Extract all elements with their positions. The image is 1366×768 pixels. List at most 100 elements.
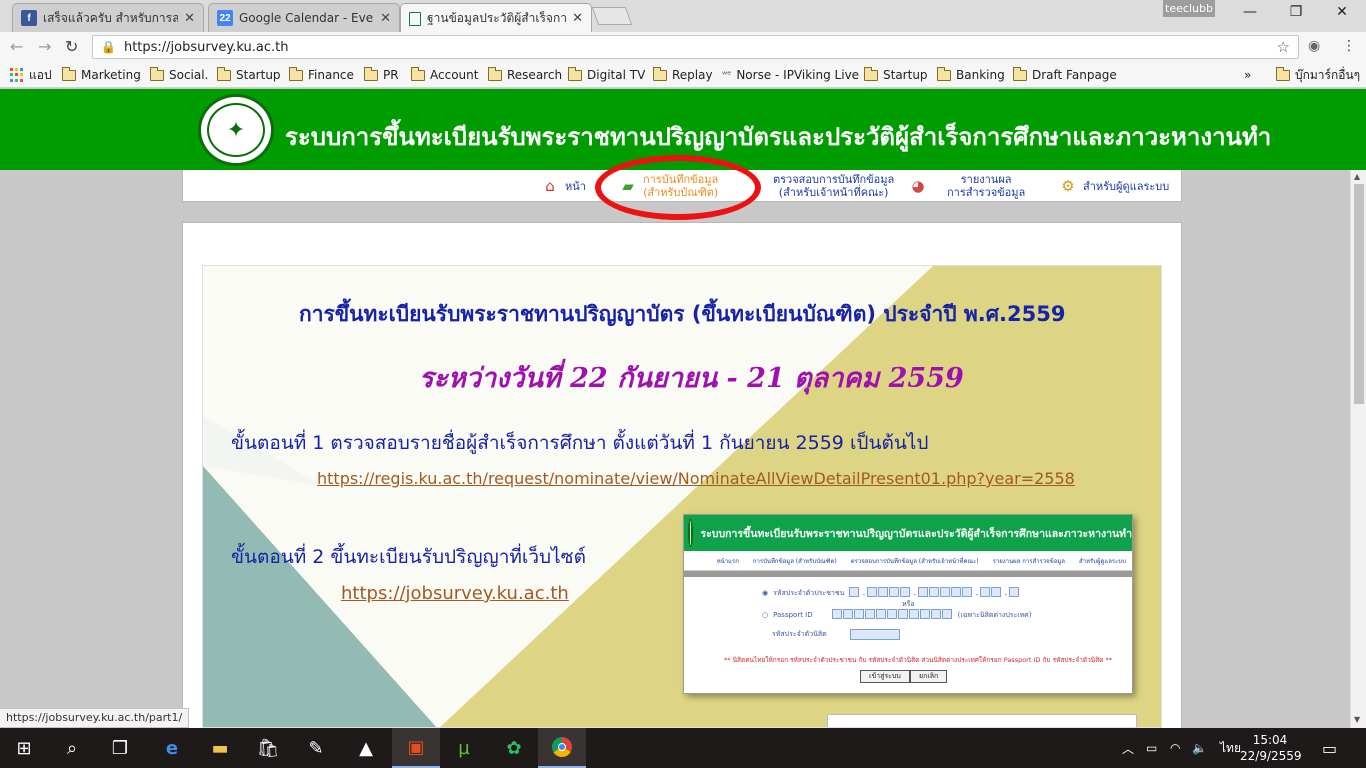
close-window-icon[interactable]: ✕ bbox=[1332, 4, 1352, 24]
menu-label: รายงานผล การสำรวจข้อมูล bbox=[947, 173, 1026, 199]
menu-label: สำหรับผู้ดูแลระบบ bbox=[1083, 179, 1170, 193]
tray-chevron-icon[interactable]: ︿ bbox=[1122, 728, 1134, 768]
other-bookmarks[interactable]: บุ๊กมาร์กอื่นๆ bbox=[1275, 66, 1361, 83]
evernote-icon[interactable]: ✿ bbox=[490, 728, 538, 768]
bookmark-label: Replay bbox=[672, 68, 713, 82]
step1-text: ขั้นตอนที่ 1 ตรวจสอบรายชื่อผู้สำเร็จการศ… bbox=[231, 432, 929, 454]
bookmarks-overflow-button[interactable]: » bbox=[1244, 67, 1251, 83]
back-icon[interactable]: ← bbox=[10, 37, 23, 56]
bookmark-folder[interactable]: Account bbox=[410, 66, 479, 83]
screenshot-login-button: เข้าสู่ระบบ bbox=[860, 670, 910, 683]
bookmark-link[interactable]: ʷᵉ Norse - IPViking Live bbox=[722, 67, 859, 83]
page-icon bbox=[409, 11, 421, 26]
forward-icon[interactable]: → bbox=[38, 37, 51, 56]
tab-google-calendar[interactable]: 22 Google Calendar - Event ✕ bbox=[208, 3, 400, 32]
clock-date: 22/9/2559 bbox=[1240, 749, 1302, 763]
screenshot-passport-row: ○ Passport ID (เฉพาะนิสิตต่างประเทศ) bbox=[762, 609, 1032, 619]
office-icon[interactable]: ▣ bbox=[392, 728, 440, 768]
url-text: https://jobsurvey.ku.ac.th bbox=[123, 39, 289, 55]
utorrent-icon[interactable]: µ bbox=[440, 728, 488, 768]
app-icon[interactable]: ✎ bbox=[292, 728, 340, 768]
calendar-icon: 22 bbox=[217, 10, 233, 26]
edge-icon[interactable]: e bbox=[148, 728, 196, 768]
menu-icon[interactable]: ⋮ bbox=[1342, 38, 1356, 54]
profile-badge[interactable]: teeclubb bbox=[1163, 0, 1215, 17]
menu-admin[interactable]: ⚙ สำหรับผู้ดูแลระบบ bbox=[1059, 170, 1169, 202]
wifi-icon[interactable]: ◠ bbox=[1170, 728, 1180, 768]
bookmark-label: Startup bbox=[883, 68, 928, 82]
login-screenshot-image: ระบบการขึ้นทะเบียนรับพระราชทานปริญญาบัตร… bbox=[683, 514, 1133, 694]
search-icon[interactable]: ⌕ bbox=[48, 728, 96, 768]
file-explorer-icon[interactable]: ▬ bbox=[196, 728, 244, 768]
bookmark-folder[interactable]: Startup bbox=[216, 66, 281, 83]
announcement-banner: การขึ้นทะเบียนรับพระราชทานปริญญาบัตร (ขึ… bbox=[202, 265, 1162, 728]
folder-icon bbox=[567, 66, 582, 81]
menu-label: หน้า bbox=[565, 179, 586, 193]
volume-icon[interactable]: 🔈 bbox=[1192, 728, 1207, 768]
address-bar[interactable]: 🔒 https://jobsurvey.ku.ac.th ☆ bbox=[92, 35, 1299, 59]
bookmark-label: บุ๊กมาร์กอื่นๆ bbox=[1295, 67, 1361, 82]
battery-icon[interactable]: ▭ bbox=[1146, 728, 1157, 768]
folder-icon bbox=[863, 66, 878, 81]
second-screenshot-image bbox=[827, 714, 1137, 727]
scroll-up-icon[interactable]: ▲ bbox=[1354, 172, 1360, 181]
notification-icon[interactable]: ▭ bbox=[1322, 728, 1337, 768]
close-icon[interactable]: ✕ bbox=[380, 11, 391, 26]
bookmark-folder[interactable]: Draft Fanpage bbox=[1012, 66, 1117, 83]
minimize-icon[interactable]: — bbox=[1240, 4, 1260, 24]
scroll-down-icon[interactable]: ▼ bbox=[1354, 715, 1360, 724]
reload-icon[interactable]: ↻ bbox=[65, 37, 78, 56]
apps-label: แอป bbox=[29, 67, 52, 82]
apps-shortcut[interactable]: แอป bbox=[10, 67, 52, 83]
photos-icon[interactable]: ▲ bbox=[342, 728, 390, 768]
status-bar-url: https://jobsurvey.ku.ac.th/part1/ bbox=[0, 708, 190, 728]
bookmarks-bar: แอป Marketing Social. Startup Finance PR… bbox=[0, 62, 1366, 88]
menu-report[interactable]: ◕ รายงานผล การสำรวจข้อมูล bbox=[909, 170, 1025, 202]
step2-text: ขั้นตอนที่ 2 ขึ้นทะเบียนรับปริญญาที่เว็บ… bbox=[231, 546, 586, 568]
scrollbar-thumb[interactable] bbox=[1354, 184, 1364, 404]
tab-jobsurvey[interactable]: ฐานข้อมูลประวัติผู้สำเร็จการศึ ✕ bbox=[400, 3, 592, 33]
camera-icon[interactable]: ◉ bbox=[1308, 38, 1320, 54]
tab-title: ฐานข้อมูลประวัติผู้สำเร็จการศึ bbox=[427, 11, 567, 25]
university-logo bbox=[688, 519, 693, 547]
pie-chart-icon: ◕ bbox=[911, 176, 925, 195]
menu-home[interactable]: ⌂ หน้า bbox=[541, 170, 586, 202]
folder-icon bbox=[61, 66, 76, 81]
browser-tabstrip: f เสร็จแล้วครับ สำหรับการลงท ✕ 22 Google… bbox=[0, 0, 1366, 33]
taskbar-clock[interactable]: 15:04 22/9/2559 bbox=[1240, 732, 1302, 764]
bookmark-folder[interactable]: Marketing bbox=[61, 66, 141, 83]
bookmark-folder[interactable]: Finance bbox=[288, 66, 354, 83]
tab-facebook[interactable]: f เสร็จแล้วครับ สำหรับการลงท ✕ bbox=[12, 3, 204, 32]
bookmark-folder[interactable]: Banking bbox=[936, 66, 1005, 83]
screenshot-note: ** นิสิตคนไทยให้กรอก รหัสประจำตัวประชาชน… bbox=[724, 656, 1112, 664]
maximize-icon[interactable]: ❐ bbox=[1286, 4, 1306, 24]
browser-toolbar: ← → ↻ 🔒 https://jobsurvey.ku.ac.th ☆ ◉ ⋮ bbox=[0, 32, 1366, 62]
new-tab-button[interactable] bbox=[591, 7, 633, 25]
tab-title: เสร็จแล้วครับ สำหรับการลงท bbox=[43, 10, 179, 25]
banner-heading: การขึ้นทะเบียนรับพระราชทานปริญญาบัตร (ขึ… bbox=[299, 302, 1066, 326]
store-icon[interactable]: 🛍 bbox=[244, 728, 292, 768]
vertical-scrollbar[interactable]: ▲ ▼ bbox=[1350, 170, 1366, 728]
folder-icon bbox=[288, 66, 303, 81]
bookmark-folder[interactable]: Social. bbox=[149, 66, 208, 83]
close-icon[interactable]: ✕ bbox=[572, 11, 583, 26]
bookmark-folder[interactable]: Digital TV bbox=[567, 66, 645, 83]
close-icon[interactable]: ✕ bbox=[184, 11, 195, 26]
folder-icon bbox=[410, 66, 425, 81]
menu-check-data[interactable]: ตรวจสอบการบันทึกข้อมูล (สำหรับเจ้าหน้าที่… bbox=[773, 170, 894, 202]
star-icon[interactable]: ☆ bbox=[1277, 38, 1290, 56]
task-view-icon[interactable]: ❐ bbox=[96, 728, 144, 768]
step2-link[interactable]: https://jobsurvey.ku.ac.th bbox=[341, 583, 569, 604]
windows-taskbar: ⊞ ⌕ ❐ e ▬ 🛍 ✎ ▲ ▣ µ ✿ ︿ ▭ ◠ 🔈 ไทย 15:04 … bbox=[0, 728, 1366, 768]
university-logo: ✦ bbox=[198, 94, 274, 166]
folder-icon bbox=[216, 66, 231, 81]
step1-link[interactable]: https://regis.ku.ac.th/request/nominate/… bbox=[317, 469, 1075, 488]
bookmark-folder[interactable]: Startup bbox=[863, 66, 928, 83]
bookmark-folder[interactable]: PR bbox=[363, 66, 399, 83]
language-indicator[interactable]: ไทย bbox=[1220, 728, 1241, 768]
bookmark-label: Account bbox=[430, 68, 479, 82]
windows-start-icon[interactable]: ⊞ bbox=[0, 728, 48, 768]
bookmark-folder[interactable]: Research bbox=[487, 66, 562, 83]
bookmark-folder[interactable]: Replay bbox=[652, 66, 713, 83]
chrome-icon[interactable] bbox=[538, 728, 586, 768]
